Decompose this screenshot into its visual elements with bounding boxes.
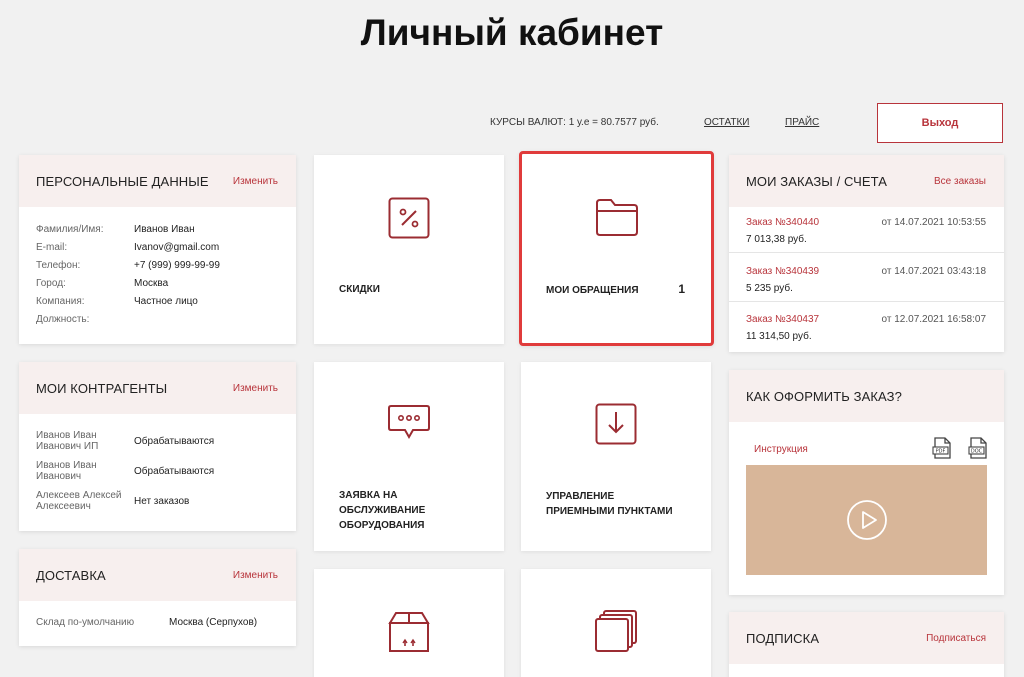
how-to-order-title: КАК ОФОРМИТЬ ЗАКАЗ? xyxy=(746,388,902,404)
order-date: от 14.07.2021 03:43:18 xyxy=(881,266,986,277)
contractors-header: МОИ КОНТРАГЕНТЫ Изменить xyxy=(19,362,296,414)
stock-link[interactable]: ОСТАТКИ xyxy=(704,117,749,128)
folder-icon xyxy=(595,199,638,236)
play-icon[interactable] xyxy=(846,499,888,541)
contractor-name-line: Иванович ИП xyxy=(36,441,99,452)
default-warehouse-label: Склад по-умолчанию xyxy=(36,617,135,628)
order-sum: 5 235 руб. xyxy=(746,283,793,294)
orders-header: МОИ ЗАКАЗЫ / СЧЕТА Все заказы xyxy=(729,155,1004,207)
discounts-tile[interactable]: СКИДКИ xyxy=(314,155,504,344)
personal-data-header: ПЕРСОНАЛЬНЫЕ ДАННЫЕ Изменить xyxy=(19,155,296,207)
top-bar: КУРСЫ ВАЛЮТ: 1 у.е = 80.7577 руб. ОСТАТК… xyxy=(0,103,1024,143)
service-label-line: ОБСЛУЖИВАНИЕ xyxy=(339,505,426,516)
subscription-card: ПОДПИСКА Подписаться xyxy=(729,612,1004,677)
doc-file-icon[interactable]: DOC xyxy=(968,437,988,459)
name-value: Иванов Иван xyxy=(134,224,195,235)
order-number[interactable]: Заказ №340440 xyxy=(746,217,819,228)
chat-bubble-icon xyxy=(388,405,430,440)
city-label: Город: xyxy=(36,278,66,289)
contractor-status: Обрабатываются xyxy=(134,436,215,447)
contractor-name-line: Алексеев Алексей xyxy=(36,490,122,501)
contractor-name-line: Иванович xyxy=(36,471,82,482)
phone-value: +7 (999) 999-99-99 xyxy=(134,260,220,271)
contractors-list: Иванов Иван Иванович ИП Обрабатываются Ив… xyxy=(19,414,296,524)
requests-count-badge: 1 xyxy=(678,282,685,296)
contractor-status: Нет заказов xyxy=(134,496,190,507)
contractor-name-line: Иванов Иван xyxy=(36,430,97,441)
order-row[interactable]: Заказ №340439 от 14.07.2021 03:43:18 5 2… xyxy=(729,254,1004,302)
order-number[interactable]: Заказ №340439 xyxy=(746,266,819,277)
subscribe-link[interactable]: Подписаться xyxy=(926,633,986,644)
edit-contractors-link[interactable]: Изменить xyxy=(233,383,278,394)
discounts-label: СКИДКИ xyxy=(339,284,380,295)
orders-card: МОИ ЗАКАЗЫ / СЧЕТА Все заказы Заказ №340… xyxy=(729,155,1004,352)
how-to-order-header: КАК ОФОРМИТЬ ЗАКАЗ? xyxy=(729,370,1004,422)
my-requests-label: МОИ ОБРАЩЕНИЯ xyxy=(546,285,639,296)
subscription-header: ПОДПИСКА Подписаться xyxy=(729,612,1004,664)
price-link[interactable]: ПРАЙС xyxy=(785,117,819,128)
personal-data-card: ПЕРСОНАЛЬНЫЕ ДАННЫЕ Изменить Фамилия/Имя… xyxy=(19,155,296,344)
my-requests-tile[interactable]: МОИ ОБРАЩЕНИЯ 1 xyxy=(519,151,714,346)
points-label-line: ПРИЕМНЫМИ ПУНКТАМИ xyxy=(546,506,673,517)
name-label: Фамилия/Имя: xyxy=(36,224,104,235)
edit-personal-link[interactable]: Изменить xyxy=(233,176,278,187)
pickup-points-tile[interactable]: УПРАВЛЕНИЕ ПРИЕМНЫМИ ПУНКТАМИ xyxy=(521,362,711,551)
position-label: Должность: xyxy=(36,314,90,325)
delivery-header: ДОСТАВКА Изменить xyxy=(19,549,296,601)
order-date: от 14.07.2021 10:53:55 xyxy=(881,217,986,228)
points-label-line: УПРАВЛЕНИЕ xyxy=(546,491,615,502)
pdf-file-icon[interactable]: PDF xyxy=(932,437,952,459)
order-sum: 11 314,50 руб. xyxy=(746,331,812,342)
page-title: Личный кабинет xyxy=(360,12,664,53)
download-box-icon xyxy=(595,403,637,445)
email-label: E-mail: xyxy=(36,242,68,253)
package-tile[interactable] xyxy=(314,569,504,677)
delivery-card: ДОСТАВКА Изменить Склад по-умолчанию Мос… xyxy=(19,549,296,646)
contractor-status: Обрабатываются xyxy=(134,466,215,477)
service-request-label: ЗАЯВКА НА ОБСЛУЖИВАНИЕ ОБОРУДОВАНИЯ xyxy=(339,488,425,533)
service-label-line: ЗАЯВКА НА xyxy=(339,490,398,501)
video-player[interactable] xyxy=(746,465,987,575)
service-request-tile[interactable]: ЗАЯВКА НА ОБСЛУЖИВАНИЕ ОБОРУДОВАНИЯ xyxy=(314,362,504,551)
contractors-card: МОИ КОНТРАГЕНТЫ Изменить Иванов Иван Иван… xyxy=(19,362,296,531)
svg-text:DOC: DOC xyxy=(971,449,983,455)
contractor-name: Иванов Иван Иванович ИП xyxy=(36,430,136,452)
contractor-name: Иванов Иван Иванович xyxy=(36,460,136,482)
personal-data-title: ПЕРСОНАЛЬНЫЕ ДАННЫЕ xyxy=(36,173,209,189)
logout-button[interactable]: Выход xyxy=(877,103,1003,143)
discount-icon xyxy=(388,197,430,239)
service-label-line: ОБОРУДОВАНИЯ xyxy=(339,520,425,531)
edit-delivery-link[interactable]: Изменить xyxy=(233,570,278,581)
subscription-title: ПОДПИСКА xyxy=(746,630,820,646)
default-warehouse-value: Москва (Серпухов) xyxy=(169,617,258,628)
company-value: Частное лицо xyxy=(134,296,198,307)
stacked-documents-icon xyxy=(595,610,637,652)
svg-text:PDF: PDF xyxy=(936,449,946,455)
orders-title: МОИ ЗАКАЗЫ / СЧЕТА xyxy=(746,173,887,189)
order-sum: 7 013,38 руб. xyxy=(746,234,807,245)
how-to-order-card: КАК ОФОРМИТЬ ЗАКАЗ? Инструкция PDF DOC xyxy=(729,370,1004,595)
documents-tile[interactable] xyxy=(521,569,711,677)
currency-rates: КУРСЫ ВАЛЮТ: 1 у.е = 80.7577 руб. xyxy=(490,117,659,128)
instruction-link[interactable]: Инструкция xyxy=(754,444,808,455)
order-date: от 12.07.2021 16:58:07 xyxy=(881,314,986,325)
order-row[interactable]: Заказ №340437 от 12.07.2021 16:58:07 11 … xyxy=(729,302,1004,350)
contractor-name-line: Иванов Иван xyxy=(36,460,97,471)
order-row[interactable]: Заказ №340440 от 14.07.2021 10:53:55 7 0… xyxy=(729,205,1004,253)
phone-label: Телефон: xyxy=(36,260,81,271)
delivery-info: Склад по-умолчанию Москва (Серпухов) xyxy=(19,601,296,641)
contractor-name: Алексеев Алексей Алексеевич xyxy=(36,490,146,512)
contractor-name-line: Алексеевич xyxy=(36,501,91,512)
order-number[interactable]: Заказ №340437 xyxy=(746,314,819,325)
delivery-title: ДОСТАВКА xyxy=(36,567,106,583)
email-value: Ivanov@gmail.com xyxy=(134,242,220,253)
personal-data-list: Фамилия/Имя: Иванов Иван E-mail: Ivanov@… xyxy=(19,207,296,327)
all-orders-link[interactable]: Все заказы xyxy=(934,176,986,187)
contractors-title: МОИ КОНТРАГЕНТЫ xyxy=(36,380,168,396)
pickup-points-label: УПРАВЛЕНИЕ ПРИЕМНЫМИ ПУНКТАМИ xyxy=(546,489,673,519)
city-value: Москва xyxy=(134,278,169,289)
company-label: Компания: xyxy=(36,296,85,307)
package-icon xyxy=(388,612,430,652)
